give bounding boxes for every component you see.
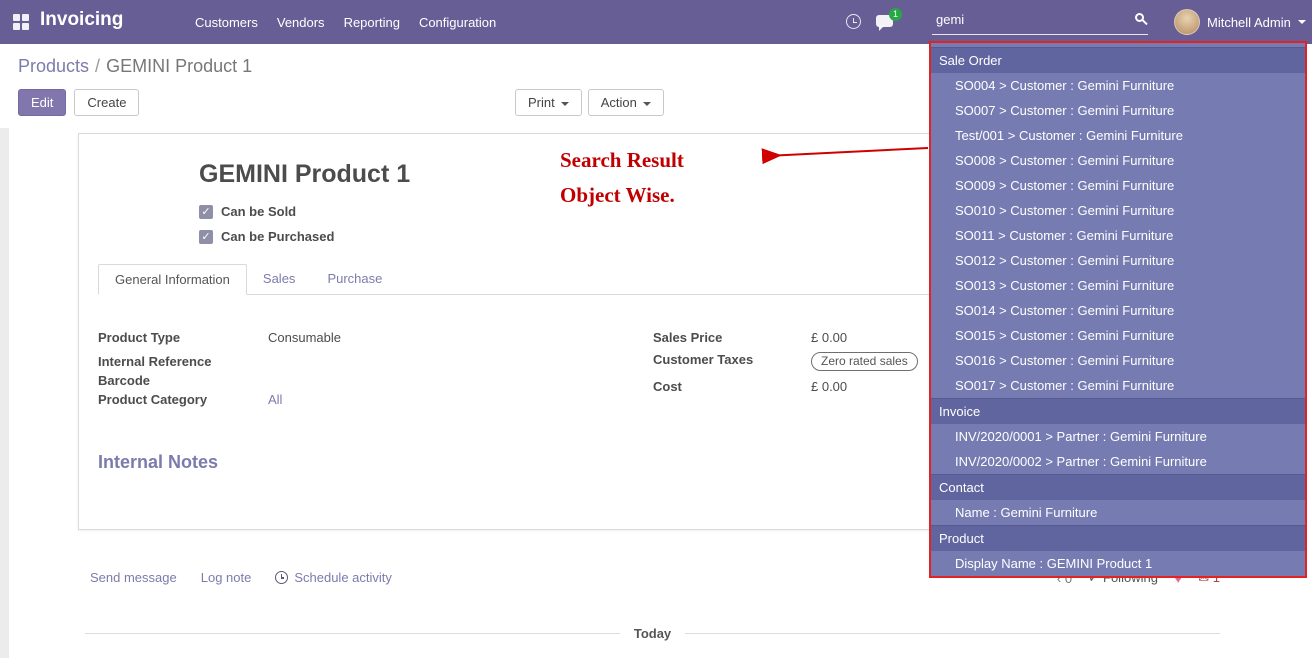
search-result-item[interactable]: SO016 > Customer : Gemini Furniture bbox=[931, 348, 1305, 373]
print-dropdown-button[interactable]: Print bbox=[515, 89, 582, 116]
record-buttons: Edit Create bbox=[18, 89, 139, 116]
tab-general-information[interactable]: General Information bbox=[98, 264, 247, 295]
chevron-down-icon bbox=[1298, 20, 1306, 24]
tab-sales[interactable]: Sales bbox=[247, 264, 312, 294]
group-product: Product Display Name : GEMINI Product 1 bbox=[931, 525, 1305, 576]
user-name: Mitchell Admin bbox=[1207, 15, 1291, 30]
can-be-sold-checkbox[interactable]: ✓ bbox=[199, 205, 213, 219]
can-be-purchased-row: ✓ Can be Purchased bbox=[199, 229, 334, 244]
search-result-item[interactable]: SO015 > Customer : Gemini Furniture bbox=[931, 323, 1305, 348]
field-internal-reference: Internal Reference bbox=[98, 354, 268, 369]
search-result-item[interactable]: SO007 > Customer : Gemini Furniture bbox=[931, 98, 1305, 123]
search-result-item[interactable]: Name : Gemini Furniture bbox=[931, 500, 1305, 525]
can-be-purchased-checkbox[interactable]: ✓ bbox=[199, 230, 213, 244]
field-product-category: Product Category All bbox=[98, 392, 282, 407]
group-header-product: Product bbox=[931, 525, 1305, 551]
customer-tax-badge[interactable]: Zero rated sales bbox=[811, 352, 918, 371]
divider-line bbox=[685, 633, 1220, 634]
breadcrumb-separator: / bbox=[95, 56, 100, 76]
breadcrumb-current: GEMINI Product 1 bbox=[106, 56, 252, 76]
chatter-buttons: Send message Log note Schedule activity bbox=[90, 570, 392, 585]
search-result-item[interactable]: SO004 > Customer : Gemini Furniture bbox=[931, 73, 1305, 98]
messages-badge: 1 bbox=[889, 8, 902, 21]
user-avatar bbox=[1174, 9, 1200, 35]
internal-notes-header: Internal Notes bbox=[98, 452, 218, 473]
create-button[interactable]: Create bbox=[74, 89, 139, 116]
today-divider: Today bbox=[85, 626, 1220, 641]
top-navbar: Invoicing Customers Vendors Reporting Co… bbox=[0, 0, 1312, 44]
group-header-sale-order: Sale Order bbox=[931, 47, 1305, 73]
schedule-activity-button[interactable]: Schedule activity bbox=[275, 570, 392, 585]
menu-vendors[interactable]: Vendors bbox=[277, 15, 325, 30]
product-title: GEMINI Product 1 bbox=[199, 160, 410, 189]
action-buttons: Print Action bbox=[515, 89, 664, 116]
search-result-item[interactable]: Test/001 > Customer : Gemini Furniture bbox=[931, 123, 1305, 148]
sales-price-value: £ 0.00 bbox=[811, 330, 847, 345]
activity-clock-icon[interactable] bbox=[846, 14, 861, 29]
apps-grid-icon[interactable] bbox=[13, 14, 29, 30]
can-be-sold-row: ✓ Can be Sold bbox=[199, 204, 296, 219]
cost-value: £ 0.00 bbox=[811, 379, 847, 394]
breadcrumb: Products / GEMINI Product 1 bbox=[18, 56, 252, 77]
today-label: Today bbox=[634, 626, 671, 641]
divider-line bbox=[85, 633, 620, 634]
breadcrumb-products-link[interactable]: Products bbox=[18, 56, 89, 76]
search-result-item[interactable]: SO014 > Customer : Gemini Furniture bbox=[931, 298, 1305, 323]
search-result-item[interactable]: SO013 > Customer : Gemini Furniture bbox=[931, 273, 1305, 298]
menu-customers[interactable]: Customers bbox=[195, 15, 258, 30]
product-category-link[interactable]: All bbox=[268, 392, 282, 407]
search-result-item[interactable]: SO008 > Customer : Gemini Furniture bbox=[931, 148, 1305, 173]
product-type-value: Consumable bbox=[268, 330, 341, 345]
group-header-invoice: Invoice bbox=[931, 398, 1305, 424]
group-header-contact: Contact bbox=[931, 474, 1305, 500]
action-dropdown-button[interactable]: Action bbox=[588, 89, 664, 116]
app-title: Invoicing bbox=[40, 9, 123, 31]
left-edge-strip bbox=[0, 128, 9, 658]
can-be-sold-label: Can be Sold bbox=[221, 204, 296, 219]
group-sale-order: Sale Order SO004 > Customer : Gemini Fur… bbox=[931, 47, 1305, 398]
annotation-line-2: Object Wise. bbox=[560, 183, 675, 208]
menu-configuration[interactable]: Configuration bbox=[419, 15, 496, 30]
edit-button[interactable]: Edit bbox=[18, 89, 66, 116]
menu-reporting[interactable]: Reporting bbox=[344, 15, 400, 30]
field-sales-price: Sales Price £ 0.00 bbox=[653, 330, 847, 345]
page: Invoicing Customers Vendors Reporting Co… bbox=[0, 0, 1312, 658]
search-result-item[interactable]: INV/2020/0002 > Partner : Gemini Furnitu… bbox=[931, 449, 1305, 474]
can-be-purchased-label: Can be Purchased bbox=[221, 229, 334, 244]
search-result-item[interactable]: Display Name : GEMINI Product 1 bbox=[931, 551, 1305, 576]
search-result-item[interactable]: SO009 > Customer : Gemini Furniture bbox=[931, 173, 1305, 198]
send-message-button[interactable]: Send message bbox=[90, 570, 177, 585]
search-input[interactable] bbox=[932, 9, 1148, 35]
search-results-dropdown: Sale Order SO004 > Customer : Gemini Fur… bbox=[929, 41, 1307, 578]
log-note-button[interactable]: Log note bbox=[201, 570, 252, 585]
tab-purchase[interactable]: Purchase bbox=[311, 264, 398, 294]
group-invoice: Invoice INV/2020/0001 > Partner : Gemini… bbox=[931, 398, 1305, 474]
annotation-arrow bbox=[752, 138, 932, 166]
search-result-item[interactable]: SO017 > Customer : Gemini Furniture bbox=[931, 373, 1305, 398]
chevron-down-icon bbox=[561, 102, 569, 106]
chevron-down-icon bbox=[643, 102, 651, 106]
field-barcode: Barcode bbox=[98, 373, 268, 388]
navbar-menus: Customers Vendors Reporting Configuratio… bbox=[195, 0, 496, 44]
search-result-item[interactable]: SO012 > Customer : Gemini Furniture bbox=[931, 248, 1305, 273]
annotation-line-1: Search Result bbox=[560, 148, 684, 173]
search-result-item[interactable]: INV/2020/0001 > Partner : Gemini Furnitu… bbox=[931, 424, 1305, 449]
user-menu[interactable]: Mitchell Admin bbox=[1174, 0, 1306, 44]
search-icon[interactable] bbox=[1135, 13, 1144, 22]
clock-icon bbox=[275, 571, 288, 584]
field-cost: Cost £ 0.00 bbox=[653, 379, 847, 394]
search-result-item[interactable]: SO010 > Customer : Gemini Furniture bbox=[931, 198, 1305, 223]
search-result-item[interactable]: SO011 > Customer : Gemini Furniture bbox=[931, 223, 1305, 248]
group-contact: Contact Name : Gemini Furniture bbox=[931, 474, 1305, 525]
global-search bbox=[932, 9, 1148, 35]
field-customer-taxes: Customer Taxes Zero rated sales bbox=[653, 352, 918, 371]
field-product-type: Product Type Consumable bbox=[98, 330, 341, 345]
